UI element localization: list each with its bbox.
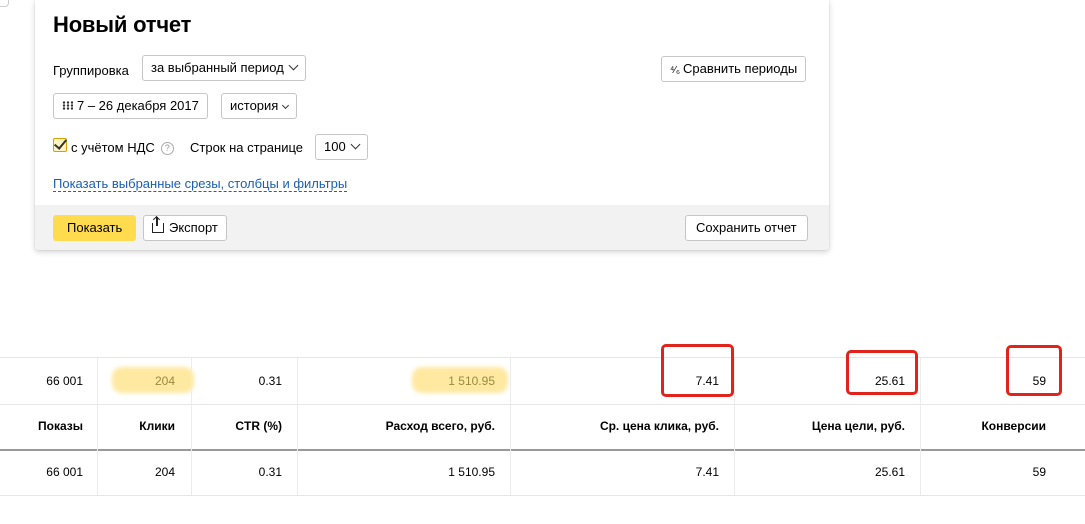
red-highlight-box <box>1006 345 1062 396</box>
column-header-conversions[interactable]: Конверсии <box>920 403 1046 449</box>
grouping-dropdown[interactable]: за выбранный период <box>142 55 306 81</box>
history-value: история <box>230 98 279 113</box>
totals-row: 66 001 204 0.31 1 510.95 7.41 25.61 59 <box>0 357 1085 405</box>
table-cell: 0.31 <box>258 465 282 479</box>
date-range-value: 7 – 26 декабря 2017 <box>77 98 199 113</box>
export-button[interactable]: Экспорт <box>143 215 227 241</box>
totals-cell: 204 <box>154 374 175 388</box>
show-button[interactable]: Показать <box>53 215 137 241</box>
chevron-down-icon <box>350 139 361 150</box>
save-report-button[interactable]: Сохранить отчет <box>685 215 808 241</box>
table-header-row: Показы Клики CTR (%) Расход всего, руб. … <box>0 403 1085 451</box>
export-label: Экспорт <box>169 220 218 235</box>
grouping-value: за выбранный период <box>151 60 284 75</box>
red-highlight-box <box>846 350 918 395</box>
table-cell: 1 510.95 <box>448 465 495 479</box>
history-dropdown[interactable]: история <box>221 93 298 119</box>
date-range-picker[interactable]: 7 – 26 декабря 2017 <box>53 93 208 119</box>
compare-periods-button[interactable]: ⁴⁄₆ Сравнить периоды <box>661 56 807 82</box>
column-header-ctr[interactable]: CTR (%) <box>191 403 282 449</box>
panel-footer: Показать Экспорт Сохранить отчет <box>35 205 829 250</box>
vat-label: с учётом НДС? <box>71 140 174 156</box>
table-cell: 204 <box>154 465 175 479</box>
export-icon <box>152 217 164 233</box>
rows-per-page-value: 100 <box>324 139 346 154</box>
rows-per-page-dropdown[interactable]: 100 <box>315 134 368 160</box>
column-header-cost[interactable]: Расход всего, руб. <box>297 403 495 449</box>
report-settings-panel: Новый отчет Группировка за выбранный пер… <box>35 0 829 250</box>
vat-checkbox[interactable] <box>53 136 68 152</box>
column-header-clicks[interactable]: Клики <box>97 403 175 449</box>
column-header-avg-cpc[interactable]: Ср. цена клика, руб. <box>510 403 719 449</box>
corner-mark <box>0 0 9 7</box>
column-header-goal-price[interactable]: Цена цели, руб. <box>734 403 905 449</box>
checkmark-icon <box>53 136 68 150</box>
totals-cell: 1 510.95 <box>448 374 495 388</box>
grouping-label: Группировка <box>53 63 129 78</box>
table-row: 66 001 204 0.31 1 510.95 7.41 25.61 59 <box>0 449 1085 496</box>
column-header-shows[interactable]: Показы <box>0 403 83 449</box>
red-highlight-box <box>661 344 734 397</box>
help-icon[interactable]: ? <box>160 142 174 155</box>
calendar-icon <box>62 101 73 110</box>
rows-per-page-label: Строк на странице <box>190 140 304 155</box>
chevron-down-icon <box>288 60 299 71</box>
vat-label-text: с учётом НДС <box>71 140 155 155</box>
table-cell: 7.41 <box>695 465 719 479</box>
totals-cell: 0.31 <box>258 374 282 388</box>
chevron-down-icon <box>282 101 290 110</box>
show-slices-link[interactable]: Показать выбранные срезы, столбцы и филь… <box>53 177 348 192</box>
compare-icon: ⁴⁄₆ <box>670 65 680 76</box>
totals-cell: 66 001 <box>46 374 83 388</box>
compare-periods-label: Сравнить периоды <box>683 61 798 76</box>
table-cell: 66 001 <box>46 465 83 479</box>
page-title: Новый отчет <box>53 12 192 37</box>
table-cell: 25.61 <box>874 465 905 479</box>
table-cell: 59 <box>1032 465 1046 479</box>
